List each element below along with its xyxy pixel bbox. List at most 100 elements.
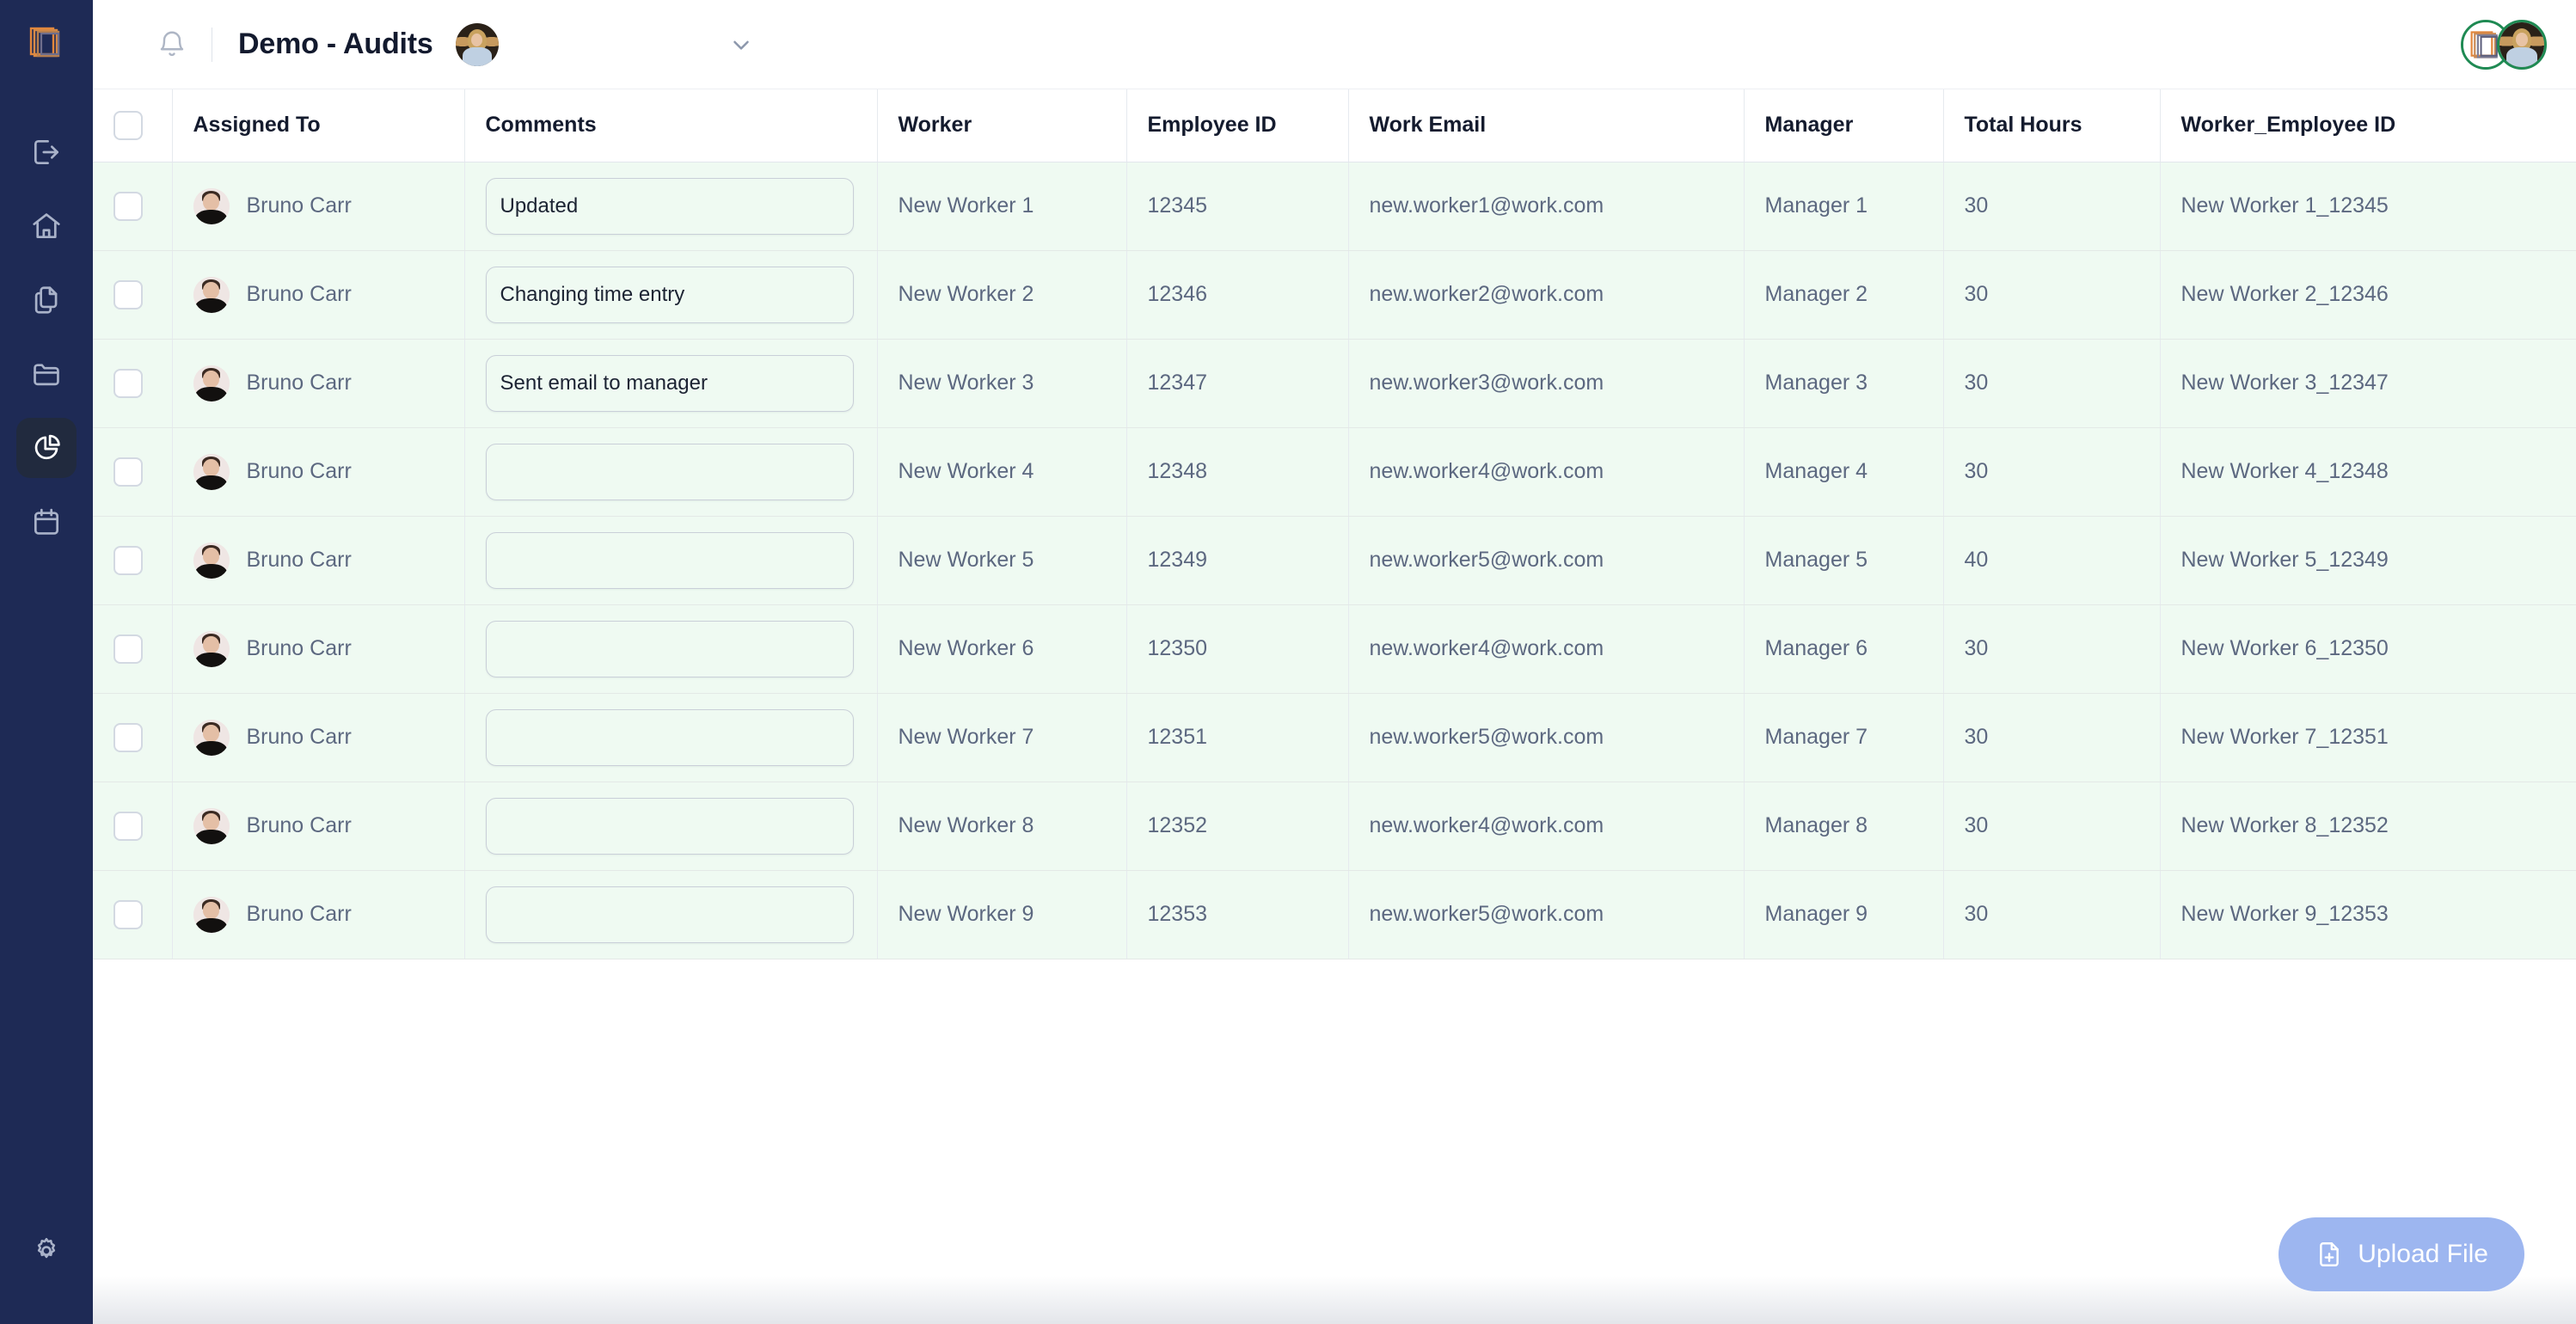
presence-avatar-user[interactable] xyxy=(2497,19,2547,70)
comment-input[interactable] xyxy=(485,797,854,855)
cell-manager: Manager 1 xyxy=(1744,162,1944,251)
header-user-avatar[interactable] xyxy=(455,22,499,66)
folder-icon xyxy=(34,364,59,386)
cell-assigned-to: Bruno Carr xyxy=(172,693,465,782)
app-logo[interactable] xyxy=(0,12,93,74)
select-all-checkbox[interactable] xyxy=(113,110,143,140)
comment-input[interactable] xyxy=(485,531,854,589)
sidebar-item-folders[interactable] xyxy=(16,344,77,404)
row-checkbox[interactable] xyxy=(113,279,143,310)
table-row[interactable]: Bruno Carr New Worker 212346new.worker2@w… xyxy=(93,250,2576,340)
cell-worker-employee-id: New Worker 1_12345 xyxy=(2160,162,2576,251)
cell-worker-employee-id: New Worker 4_12348 xyxy=(2160,427,2576,517)
cell-manager: Manager 9 xyxy=(1744,870,1944,959)
column-header-worker-employee-id[interactable]: Worker_Employee ID xyxy=(2160,89,2576,162)
assignee-name: Bruno Carr xyxy=(246,636,352,660)
assignee: Bruno Carr xyxy=(193,542,444,579)
row-checkbox[interactable] xyxy=(113,722,143,752)
comment-input[interactable] xyxy=(485,266,854,323)
cell-worker-employee-id: New Worker 2_12346 xyxy=(2160,250,2576,340)
cell-work-email: new.worker4@work.com xyxy=(1348,782,1745,871)
column-header-assigned-to[interactable]: Assigned To xyxy=(172,89,465,162)
assignee-name: Bruno Carr xyxy=(246,459,352,483)
table-row[interactable]: Bruno Carr New Worker 5 12349 new.worker5@w… xyxy=(93,516,2576,605)
assignee-name: Bruno Carr xyxy=(246,725,352,749)
comment-input[interactable] xyxy=(485,620,854,677)
comment-input[interactable] xyxy=(485,354,854,412)
avatar xyxy=(193,807,230,844)
table-row[interactable]: Bruno Carr New Worker 7 12351 new.worker5@w… xyxy=(93,693,2576,782)
avatar xyxy=(193,896,230,933)
avatar-image xyxy=(2499,21,2544,67)
cell-work-email: new.worker5@work.com xyxy=(1348,870,1745,959)
sidebar-item-documents[interactable] xyxy=(16,270,77,330)
column-header-comments[interactable]: Comments xyxy=(464,89,878,162)
row-checkbox[interactable] xyxy=(113,811,143,841)
cell-total-hours: 30 xyxy=(1943,604,2161,694)
avatar xyxy=(193,365,230,401)
row-select-cell xyxy=(93,427,173,517)
sidebar-item-settings[interactable] xyxy=(16,1221,77,1281)
column-header-total-hours[interactable]: Total Hours xyxy=(1943,89,2161,162)
sidebar-item-home[interactable] xyxy=(16,196,77,256)
assignee: Bruno Carr xyxy=(193,276,444,313)
assignee: Bruno Carr xyxy=(193,896,444,933)
table-row[interactable]: Bruno Carr New Worker 312347new.worker3@w… xyxy=(93,339,2576,428)
assignee-name: Bruno Carr xyxy=(246,902,352,926)
sidebar-item-logout[interactable] xyxy=(16,122,77,182)
sidebar-item-reports[interactable] xyxy=(16,418,77,478)
cell-work-email: new.worker5@work.com xyxy=(1348,693,1745,782)
audits-table: Assigned To Comments Worker Employee ID … xyxy=(93,89,2576,959)
upload-file-button[interactable]: Upload File xyxy=(2279,1217,2524,1291)
avatar xyxy=(193,276,230,313)
avatar-image xyxy=(455,22,499,66)
column-header-manager[interactable]: Manager xyxy=(1744,89,1944,162)
table-row[interactable]: Bruno Carr New Worker 112345new.worker1@w… xyxy=(93,162,2576,251)
table-row[interactable]: Bruno Carr New Worker 9 12353 new.worker5@w… xyxy=(93,870,2576,959)
row-checkbox[interactable] xyxy=(113,899,143,929)
comment-input[interactable] xyxy=(485,443,854,500)
cell-comments xyxy=(464,604,878,694)
row-checkbox[interactable] xyxy=(113,368,143,398)
sidebar-item-calendar[interactable] xyxy=(16,492,77,552)
avatar xyxy=(193,542,230,579)
cell-assigned-to: Bruno Carr xyxy=(172,250,465,340)
assignee: Bruno Carr xyxy=(193,719,444,756)
row-checkbox[interactable] xyxy=(113,634,143,664)
row-checkbox[interactable] xyxy=(113,545,143,575)
assignee: Bruno Carr xyxy=(193,807,444,844)
comment-input[interactable] xyxy=(485,177,854,235)
cell-comments xyxy=(464,693,878,782)
assignee-name: Bruno Carr xyxy=(246,548,352,572)
cell-work-email: new.worker2@work.com xyxy=(1348,250,1745,340)
table-row[interactable]: Bruno Carr New Worker 4 12348 new.worker4@w… xyxy=(93,427,2576,517)
cell-total-hours: 30 xyxy=(1943,693,2161,782)
assignee-name: Bruno Carr xyxy=(246,813,352,837)
sidebar-nav-list xyxy=(16,122,77,552)
header-dropdown-toggle[interactable] xyxy=(724,28,758,62)
column-header-employee-id[interactable]: Employee ID xyxy=(1126,89,1349,162)
cell-worker-employee-id: New Worker 7_12351 xyxy=(2160,693,2576,782)
row-checkbox[interactable] xyxy=(113,457,143,487)
row-select-cell xyxy=(93,693,173,782)
cell-worker-employee-id: New Worker 6_12350 xyxy=(2160,604,2576,694)
table-scroll-container[interactable]: Assigned To Comments Worker Employee ID … xyxy=(93,89,2576,1324)
comment-input[interactable] xyxy=(485,708,854,766)
pie-chart-icon xyxy=(34,434,60,460)
row-checkbox[interactable] xyxy=(113,191,143,221)
comment-input[interactable] xyxy=(485,886,854,943)
notifications-button[interactable] xyxy=(148,21,196,69)
cell-worker: New Worker 9 xyxy=(877,870,1127,959)
column-header-work-email[interactable]: Work Email xyxy=(1348,89,1745,162)
page-title: Demo - Audits xyxy=(238,28,433,60)
cell-worker-employee-id: New Worker 3_12347 xyxy=(2160,339,2576,428)
table-row[interactable]: Bruno Carr New Worker 8 12352 new.worker4@w… xyxy=(93,782,2576,871)
avatar xyxy=(193,453,230,490)
row-select-cell xyxy=(93,250,173,340)
table-row[interactable]: Bruno Carr New Worker 6 12350 new.worker4@w… xyxy=(93,604,2576,694)
cell-employee-id: 12350 xyxy=(1126,604,1349,694)
column-header-worker[interactable]: Worker xyxy=(877,89,1127,162)
cell-work-email: new.worker1@work.com xyxy=(1348,162,1745,251)
assignee: Bruno Carr xyxy=(193,187,444,224)
cell-assigned-to: Bruno Carr xyxy=(172,162,465,251)
